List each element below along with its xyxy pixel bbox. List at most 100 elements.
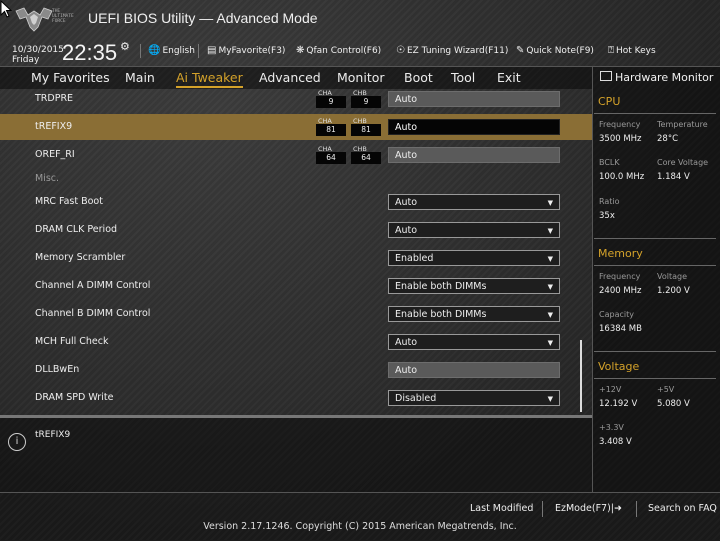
v5-label: +5V bbox=[657, 385, 675, 394]
hardware-monitor-title: Hardware Monitor bbox=[600, 71, 713, 84]
memory-frequency-label: Frequency bbox=[599, 272, 641, 281]
date-display: 10/30/2015 Friday bbox=[12, 45, 64, 65]
app-title: UEFI BIOS Utility — Advanced Mode bbox=[88, 10, 318, 26]
cha-value: 81 bbox=[316, 124, 346, 136]
mch-full-check-select[interactable]: Auto ▼ bbox=[388, 334, 560, 350]
language-label: English bbox=[162, 46, 195, 56]
channel-a-dimm-select[interactable]: Enable both DIMMs ▼ bbox=[388, 278, 560, 294]
dllbwen-input[interactable]: Auto bbox=[388, 362, 560, 378]
ezmode-label: EzMode(F7) bbox=[555, 503, 611, 514]
help-icon: ⍰ bbox=[608, 45, 614, 56]
section-divider bbox=[594, 113, 716, 114]
channel-b-dimm-select[interactable]: Enable both DIMMs ▼ bbox=[388, 306, 560, 322]
select-value: Auto bbox=[395, 225, 418, 236]
qfan-label: Qfan Control(F6) bbox=[306, 46, 382, 56]
exit-arrow-icon: |➜ bbox=[610, 503, 622, 514]
capacity-label: Capacity bbox=[599, 310, 634, 319]
tab-boot[interactable]: Boot bbox=[404, 70, 433, 85]
setting-label-mch-full-check: MCH Full Check bbox=[35, 336, 109, 347]
dram-spd-write-select[interactable]: Disabled ▼ bbox=[388, 390, 560, 406]
setting-label-oref-ri: OREF_RI bbox=[35, 149, 75, 160]
v33-value: 3.408 V bbox=[599, 437, 632, 447]
dropdown-arrow-icon: ▼ bbox=[547, 311, 553, 319]
fan-icon: ❋ bbox=[296, 45, 305, 56]
cha-value: 9 bbox=[316, 96, 346, 108]
hardware-monitor-label: Hardware Monitor bbox=[615, 71, 714, 84]
setting-label-channel-a-dimm: Channel A DIMM Control bbox=[35, 280, 151, 291]
tab-tool[interactable]: Tool bbox=[451, 70, 475, 85]
hot-keys-button[interactable]: ⍰ Hot Keys bbox=[608, 45, 656, 56]
setting-label-dllbwen: DLLBwEn bbox=[35, 364, 80, 375]
section-divider bbox=[594, 238, 716, 239]
dram-clk-period-select[interactable]: Auto ▼ bbox=[388, 222, 560, 238]
select-value: Enable both DIMMs bbox=[395, 309, 487, 320]
section-label-misc: Misc. bbox=[35, 173, 60, 184]
select-value: Enabled bbox=[395, 253, 434, 264]
dropdown-arrow-icon: ▼ bbox=[547, 283, 553, 291]
memory-voltage-value: 1.200 V bbox=[657, 286, 690, 296]
v5-value: 5.080 V bbox=[657, 399, 690, 409]
divider bbox=[636, 501, 637, 517]
myfavorite-button[interactable]: ▤ MyFavorite(F3) bbox=[207, 45, 285, 56]
dropdown-arrow-icon: ▼ bbox=[547, 339, 553, 347]
setting-label-trefix9: tREFIX9 bbox=[35, 121, 73, 132]
language-button[interactable]: 🌐 English bbox=[148, 45, 195, 56]
quick-note-label: Quick Note(F9) bbox=[526, 46, 594, 56]
date-text: 10/30/2015 bbox=[12, 45, 64, 55]
footer bbox=[0, 492, 720, 541]
tab-main[interactable]: Main bbox=[125, 70, 155, 85]
setting-label-channel-b-dimm: Channel B DIMM Control bbox=[35, 308, 151, 319]
logo-tagline: THE ULTIMATE FORCE bbox=[52, 9, 74, 24]
tab-my-favorites[interactable]: My Favorites bbox=[31, 70, 110, 85]
copyright-text: Version 2.17.1246. Copyright (C) 2015 Am… bbox=[203, 521, 517, 532]
cpu-heading: CPU bbox=[598, 95, 621, 108]
select-value: Enable both DIMMs bbox=[395, 281, 487, 292]
cpu-frequency-value: 3500 MHz bbox=[599, 134, 642, 144]
lightbulb-icon: ☉ bbox=[396, 45, 405, 56]
trefix9-input[interactable]: Auto bbox=[388, 119, 560, 135]
bclk-label: BCLK bbox=[599, 158, 620, 167]
section-divider bbox=[594, 378, 716, 379]
day-text: Friday bbox=[12, 55, 40, 65]
hot-keys-label: Hot Keys bbox=[616, 46, 656, 56]
globe-icon: 🌐 bbox=[148, 45, 161, 56]
favorite-icon: ▤ bbox=[207, 45, 217, 56]
section-divider bbox=[594, 351, 716, 352]
core-voltage-label: Core Voltage bbox=[657, 158, 709, 167]
cpu-frequency-label: Frequency bbox=[599, 120, 641, 129]
tab-ai-tweaker[interactable]: Ai Tweaker bbox=[176, 70, 243, 88]
ratio-value: 35x bbox=[599, 211, 615, 221]
dropdown-arrow-icon: ▼ bbox=[547, 395, 553, 403]
ezmode-button[interactable]: EzMode(F7)|➜ bbox=[555, 503, 622, 514]
monitor-icon bbox=[600, 71, 612, 81]
chb-value: 64 bbox=[351, 152, 381, 164]
tab-monitor[interactable]: Monitor bbox=[337, 70, 385, 85]
note-icon: ✎ bbox=[516, 45, 525, 56]
setting-label-memory-scrambler: Memory Scrambler bbox=[35, 252, 126, 263]
mrc-fast-boot-select[interactable]: Auto ▼ bbox=[388, 194, 560, 210]
oref-ri-input[interactable]: Auto bbox=[388, 147, 560, 163]
chb-value: 81 bbox=[351, 124, 381, 136]
search-faq-button[interactable]: Search on FAQ bbox=[648, 503, 717, 514]
setting-label-dram-clk-period: DRAM CLK Period bbox=[35, 224, 118, 235]
last-modified-button[interactable]: Last Modified bbox=[470, 503, 533, 514]
v12-label: +12V bbox=[599, 385, 622, 394]
bclk-value: 100.0 MHz bbox=[599, 172, 645, 182]
divider bbox=[198, 44, 199, 58]
memory-voltage-label: Voltage bbox=[657, 272, 688, 281]
tab-exit[interactable]: Exit bbox=[497, 70, 521, 85]
qfan-control-button[interactable]: ❋ Qfan Control(F6) bbox=[296, 45, 381, 56]
help-panel bbox=[0, 418, 592, 492]
ez-tuning-wizard-button[interactable]: ☉ EZ Tuning Wizard(F11) bbox=[396, 45, 508, 56]
tab-advanced[interactable]: Advanced bbox=[259, 70, 321, 85]
gear-icon[interactable]: ⚙ bbox=[120, 40, 130, 53]
ratio-label: Ratio bbox=[599, 197, 620, 206]
quick-note-button[interactable]: ✎ Quick Note(F9) bbox=[516, 45, 594, 56]
memory-heading: Memory bbox=[598, 247, 643, 260]
memory-scrambler-select[interactable]: Enabled ▼ bbox=[388, 250, 560, 266]
select-value: Auto bbox=[395, 337, 418, 348]
scrollbar-thumb[interactable] bbox=[580, 340, 582, 412]
select-value: Disabled bbox=[395, 393, 437, 404]
dropdown-arrow-icon: ▼ bbox=[547, 227, 553, 235]
trdpre-input[interactable]: Auto bbox=[388, 91, 560, 107]
